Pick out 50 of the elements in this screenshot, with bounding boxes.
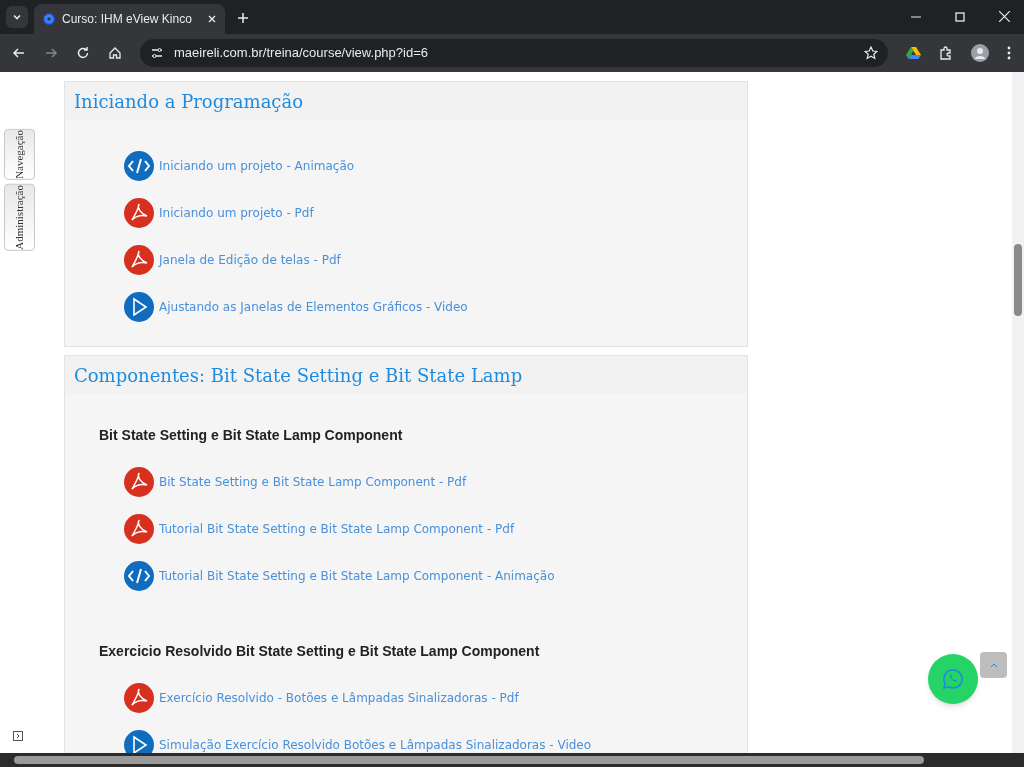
maximize-icon[interactable] [955, 12, 965, 22]
side-tab[interactable]: Navegação [4, 129, 35, 180]
horizontal-scrollbar[interactable] [0, 753, 1024, 767]
subsection-heading: Exercicio Resolvido Bit State Setting e Bit State Lamp Component [99, 642, 541, 661]
tab-search-button[interactable] [6, 6, 28, 28]
activity-link[interactable]: Iniciando um projeto - Animação [159, 156, 355, 175]
gear-icon [42, 12, 56, 26]
reload-icon[interactable] [76, 46, 90, 60]
pdf-icon [124, 513, 154, 544]
activity-link[interactable]: Simulação Exercício Resolvido Botões e Lâmpadas Sinalizadoras - Video [159, 735, 592, 753]
pdf-icon [124, 466, 154, 497]
panel-toggle-icon[interactable] [13, 731, 23, 741]
chevron-down-icon [12, 12, 22, 22]
close-icon[interactable] [207, 14, 217, 24]
vertical-scrollbar[interactable] [1012, 72, 1024, 753]
browser-tab[interactable]: Curso: IHM eView Kinco [34, 4, 225, 34]
puzzle-icon[interactable] [939, 46, 953, 60]
activity-link[interactable]: Iniciando um projeto - Pdf [159, 203, 314, 222]
activity-link[interactable]: Janela de Edição de telas - Pdf [159, 250, 341, 269]
chevron-up-icon [989, 662, 998, 668]
scrollbar-thumb[interactable] [14, 756, 924, 764]
code-icon [124, 150, 154, 181]
activity-link[interactable]: Bit State Setting e Bit State Lamp Component - Pdf [159, 472, 467, 491]
whatsapp-icon [942, 668, 964, 690]
side-tab[interactable]: Administração [4, 183, 35, 251]
play-icon [124, 291, 154, 322]
pdf-icon [124, 197, 154, 228]
activity-link[interactable]: Exercício Resolvido - Botões e Lâmpadas Sinalizadoras - Pdf [159, 688, 519, 707]
drive-icon[interactable] [906, 46, 921, 60]
url-text: maeireli.com.br/treina/course/view.php?id=6 [174, 44, 429, 63]
activity-link[interactable]: Tutorial Bit State Setting e Bit State Lamp Component - Animação [159, 566, 555, 585]
scrollbar-thumb[interactable] [1014, 244, 1022, 316]
avatar-icon[interactable] [971, 44, 989, 62]
site-settings-icon[interactable] [150, 46, 164, 60]
pdf-icon [124, 682, 154, 713]
star-icon[interactable] [864, 46, 878, 60]
menu-icon[interactable] [1007, 46, 1011, 60]
back-arrow-icon[interactable] [12, 46, 26, 60]
pdf-icon [124, 244, 154, 275]
new-tab-icon[interactable] [237, 12, 249, 24]
home-icon[interactable] [108, 46, 122, 60]
address-bar[interactable]: maeireli.com.br/treina/course/view.php?id=6 [140, 39, 888, 67]
whatsapp-button[interactable] [928, 654, 978, 704]
forward-arrow-icon[interactable] [44, 46, 58, 60]
subsection-heading: Bit State Setting e Bit State Lamp Component [99, 426, 404, 445]
code-icon [124, 560, 154, 591]
activity-link[interactable]: Ajustando as Janelas de Elementos Gráficos - Video [159, 297, 468, 316]
close-icon[interactable] [999, 11, 1010, 22]
tab-title: Curso: IHM eView Kinco [62, 11, 193, 28]
activity-link[interactable]: Tutorial Bit State Setting e Bit State Lamp Component - Pdf [159, 519, 515, 538]
